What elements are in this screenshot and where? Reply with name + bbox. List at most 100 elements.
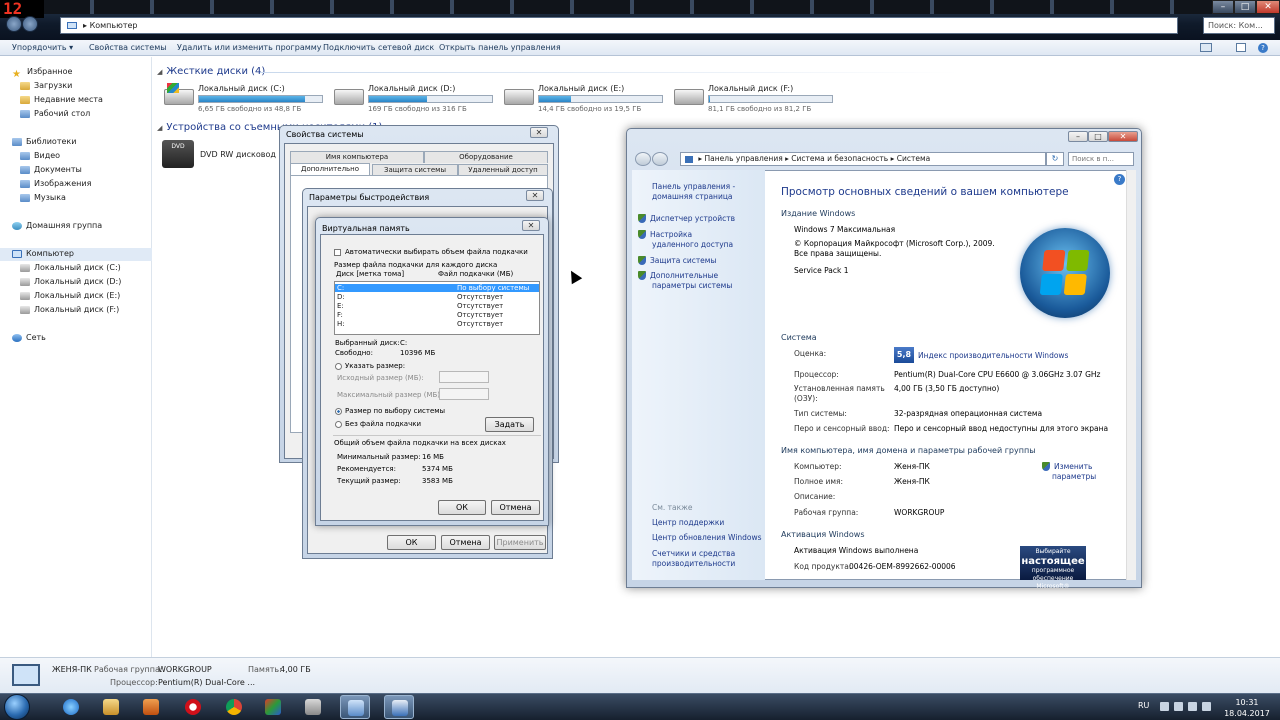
- taskbar-computer-active[interactable]: [340, 695, 370, 719]
- organize-button[interactable]: Упорядочить ▾: [12, 43, 73, 52]
- performance-tools-link[interactable]: Счетчики и средства производительности: [652, 549, 762, 569]
- language-indicator[interactable]: RU: [1138, 701, 1149, 710]
- auto-pagefile-checkbox[interactable]: Автоматически выбирать объем файла подка…: [334, 248, 528, 256]
- start-button[interactable]: [4, 694, 30, 720]
- nav-drive-d[interactable]: Локальный диск (D:): [20, 275, 172, 288]
- apply-button[interactable]: Применить: [494, 535, 546, 550]
- nav-drive-f[interactable]: Локальный диск (F:): [20, 303, 172, 316]
- tab-hardware[interactable]: Оборудование: [424, 151, 548, 163]
- nav-computer[interactable]: Компьютер: [12, 247, 164, 260]
- address-bar[interactable]: ▸ Компьютер: [60, 17, 1178, 34]
- maximize-button[interactable]: □: [1088, 131, 1108, 142]
- initial-size-input[interactable]: [439, 371, 489, 383]
- crumb-system[interactable]: Система: [897, 154, 930, 163]
- cancel-button[interactable]: Отмена: [441, 535, 490, 550]
- nav-music[interactable]: Музыка: [20, 191, 172, 204]
- drive-tile-d[interactable]: Локальный диск (D:) 169 ГБ свободно из 31…: [334, 84, 504, 116]
- nav-downloads[interactable]: Загрузки: [20, 79, 172, 92]
- list-item[interactable]: H: Отсутствует: [335, 320, 539, 328]
- vm-cancel-button[interactable]: Отмена: [491, 500, 540, 515]
- taskbar-app-display[interactable]: [298, 695, 328, 719]
- crumb-control-panel[interactable]: Панель управления: [705, 154, 783, 163]
- taskbar-media[interactable]: [136, 695, 166, 719]
- crumb-security[interactable]: Система и безопасность: [791, 154, 888, 163]
- taskbar-system-active[interactable]: [384, 695, 414, 719]
- remote-settings-link[interactable]: Настройка удаленного доступа: [638, 230, 738, 250]
- dvd-drive-tile[interactable]: DVD DVD RW дисковод (G:): [162, 140, 294, 170]
- system-protection-link[interactable]: Защита системы: [638, 256, 762, 266]
- action-center-link[interactable]: Центр поддержки: [652, 518, 724, 528]
- vm-ok-button[interactable]: ОК: [438, 500, 486, 515]
- forward-button[interactable]: [22, 16, 38, 32]
- group-hard-drives[interactable]: ◢ Жесткие диски (4): [157, 66, 265, 77]
- set-button[interactable]: Задать: [485, 417, 534, 432]
- nav-network[interactable]: Сеть: [12, 331, 164, 344]
- device-manager-link[interactable]: Диспетчер устройств: [638, 214, 762, 224]
- nav-drive-c[interactable]: Локальный диск (C:): [20, 261, 172, 274]
- performance-index-link[interactable]: Индекс производительности Windows: [918, 351, 1068, 361]
- refresh-icon[interactable]: ↻: [1046, 152, 1064, 166]
- taskbar-ie[interactable]: [56, 695, 86, 719]
- close-button[interactable]: ✕: [530, 127, 548, 138]
- close-button[interactable]: ✕: [1256, 0, 1280, 14]
- close-button[interactable]: ✕: [522, 220, 540, 231]
- volume-tray-icon[interactable]: [1202, 702, 1211, 711]
- taskbar-app-cube[interactable]: [258, 695, 288, 719]
- max-size-input[interactable]: [439, 388, 489, 400]
- nav-drive-e[interactable]: Локальный диск (E:): [20, 289, 172, 302]
- list-item[interactable]: E: Отсутствует: [335, 302, 539, 310]
- flag-tray-icon[interactable]: [1174, 702, 1183, 711]
- clock[interactable]: 10:31 18.04.2017: [1222, 697, 1272, 719]
- change-settings-link[interactable]: Изменить параметры: [1042, 462, 1102, 482]
- list-item[interactable]: F: Отсутствует: [335, 311, 539, 319]
- tab-computer-name[interactable]: Имя компьютера: [290, 151, 424, 163]
- show-hidden-icons-icon[interactable]: [1160, 702, 1169, 711]
- maximize-button[interactable]: □: [1234, 0, 1256, 14]
- system-managed-radio[interactable]: Размер по выбору системы: [335, 407, 445, 415]
- nav-desktop[interactable]: Рабочий стол: [20, 107, 172, 120]
- taskbar-chrome[interactable]: [219, 695, 249, 719]
- view-options-icon[interactable]: [1200, 43, 1212, 52]
- taskbar-explorer[interactable]: [96, 695, 126, 719]
- ok-button[interactable]: ОК: [387, 535, 436, 550]
- preview-pane-icon[interactable]: [1236, 43, 1246, 52]
- list-item[interactable]: C: По выбору системы: [335, 284, 539, 292]
- scrollbar[interactable]: [1126, 170, 1136, 580]
- uninstall-program-button[interactable]: Удалить или изменить программу: [177, 43, 322, 52]
- nav-favorites[interactable]: ★ Избранное: [12, 65, 164, 80]
- cp-address-bar[interactable]: ▸ Панель управления ▸ Система и безопасн…: [680, 152, 1046, 166]
- close-button[interactable]: ✕: [526, 190, 544, 201]
- nav-libraries[interactable]: Библиотеки: [12, 135, 164, 148]
- list-item[interactable]: D: Отсутствует: [335, 293, 539, 301]
- nav-video[interactable]: Видео: [20, 149, 172, 162]
- drive-listview[interactable]: C: По выбору системы D: Отсутствует E: Отсу…: [334, 281, 540, 335]
- minimize-button[interactable]: –: [1068, 131, 1088, 142]
- custom-size-radio[interactable]: Указать размер:: [335, 362, 405, 370]
- drive-tile-e[interactable]: Локальный диск (E:) 14,4 ГБ свободно из 1…: [504, 84, 674, 116]
- drive-tile-c[interactable]: Локальный диск (C:) 6,65 ГБ свободно из 4…: [164, 83, 334, 116]
- nav-homegroup[interactable]: Домашняя группа: [12, 219, 164, 232]
- help-icon[interactable]: ?: [1258, 43, 1268, 53]
- open-control-panel-button[interactable]: Открыть панель управления: [439, 43, 561, 52]
- taskbar-opera[interactable]: [178, 695, 208, 719]
- help-icon[interactable]: ?: [1114, 174, 1125, 185]
- system-properties-button[interactable]: Свойства системы: [89, 43, 167, 52]
- nav-documents[interactable]: Документы: [20, 163, 172, 176]
- cp-home-link[interactable]: Панель управления - домашняя страница: [652, 182, 752, 202]
- cp-search-input[interactable]: Поиск в п...: [1068, 152, 1134, 166]
- nav-images[interactable]: Изображения: [20, 177, 172, 190]
- advanced-settings-link[interactable]: Дополнительные параметры системы: [638, 271, 764, 291]
- map-network-drive-button[interactable]: Подключить сетевой диск: [323, 43, 434, 52]
- close-button[interactable]: ✕: [1108, 131, 1138, 142]
- windows-update-link[interactable]: Центр обновления Windows: [652, 533, 762, 543]
- genuine-microsoft-badge[interactable]: Выбирайте настоящее программное обеспечени…: [1020, 546, 1086, 590]
- network-tray-icon[interactable]: [1188, 702, 1197, 711]
- nav-recent[interactable]: Недавние места: [20, 93, 172, 106]
- forward-button[interactable]: [652, 152, 668, 166]
- search-input[interactable]: Поиск: Ком...: [1203, 17, 1275, 34]
- back-button[interactable]: [6, 16, 22, 32]
- no-pagefile-radio[interactable]: Без файла подкачки: [335, 420, 421, 428]
- rating-badge[interactable]: 5,8: [894, 347, 914, 363]
- back-button[interactable]: [635, 152, 651, 166]
- drive-tile-f[interactable]: Локальный диск (F:) 81,1 ГБ свободно из 8…: [674, 84, 844, 116]
